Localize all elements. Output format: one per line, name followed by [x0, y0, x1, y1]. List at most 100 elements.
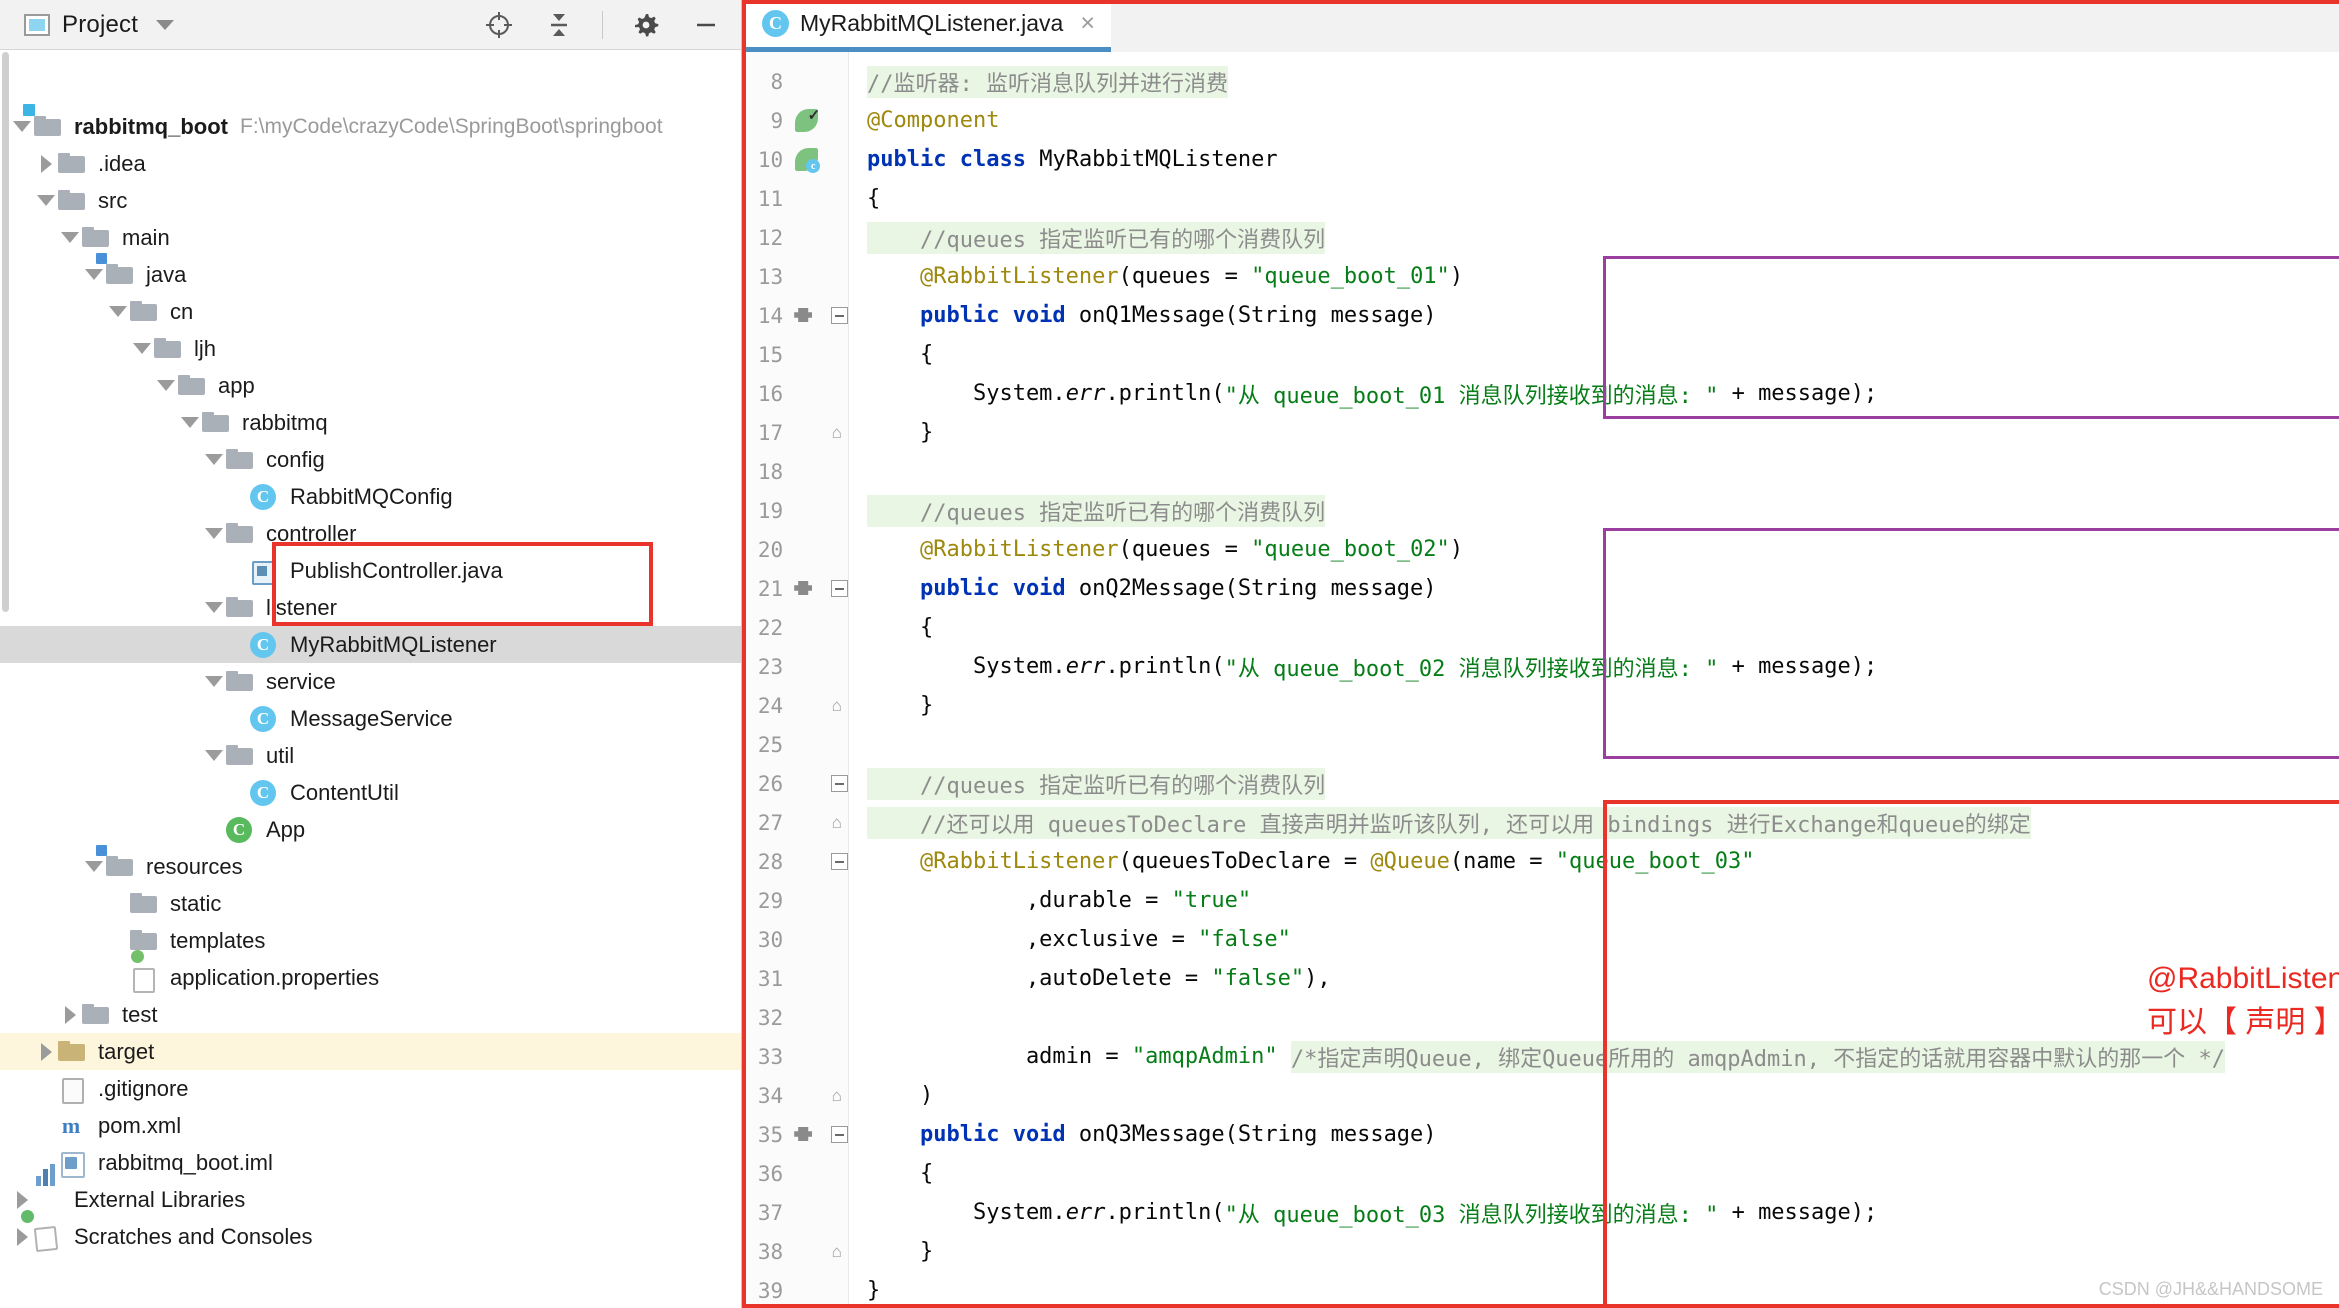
- code-line-33[interactable]: admin = "amqpAdmin" /*指定声明Queue, 绑定Queue…: [849, 1037, 2225, 1076]
- code-line-8[interactable]: //监听器: 监听消息队列并进行消费: [849, 62, 1228, 101]
- tree-node-cn[interactable]: cn: [0, 293, 741, 330]
- project-title-group[interactable]: Project: [0, 11, 175, 39]
- chevron-down-icon[interactable]: [202, 522, 226, 546]
- gutter-line-37[interactable]: 37: [742, 1193, 849, 1232]
- code-fold-collapse-icon[interactable]: [830, 853, 848, 870]
- chevron-down-icon[interactable]: [202, 596, 226, 620]
- settings-gear-icon[interactable]: [629, 8, 663, 42]
- spring-bean-icon[interactable]: ✓: [795, 107, 820, 132]
- gutter-line-13[interactable]: 13: [742, 257, 849, 296]
- tree-node-idea[interactable]: .idea: [0, 145, 741, 182]
- gutter-line-22[interactable]: 22: [742, 608, 849, 647]
- gutter-line-10[interactable]: 10 c: [742, 140, 849, 179]
- code-line-15[interactable]: {: [849, 335, 933, 374]
- tree-node-templates[interactable]: templates: [0, 922, 741, 959]
- gutter-line-14[interactable]: 14: [742, 296, 849, 335]
- run-method-icon[interactable]: [794, 1124, 816, 1144]
- tree-node-static[interactable]: static: [0, 885, 741, 922]
- tree-node-rabbitmq-boot[interactable]: rabbitmq_boot F:\myCode\crazyCode\SpringB…: [0, 103, 741, 145]
- chevron-down-icon[interactable]: [202, 670, 226, 694]
- gutter-line-16[interactable]: 16: [742, 374, 849, 413]
- code-line-24[interactable]: }: [849, 686, 933, 725]
- tree-node-messageservice[interactable]: C MessageService: [0, 700, 741, 737]
- tree-node-ljh[interactable]: ljh: [0, 330, 741, 367]
- editor-gutter[interactable]: 89✓10c1112131415161718192021222324252627…: [742, 52, 849, 1308]
- tree-node-service[interactable]: service: [0, 663, 741, 700]
- gutter-line-26[interactable]: 26: [742, 764, 849, 803]
- code-line-13[interactable]: @RabbitListener (queues = "queue_boot_01"…: [849, 257, 1463, 296]
- code-line-9[interactable]: @Component: [849, 101, 999, 140]
- tab-my-rabbitmq-listener[interactable]: C MyRabbitMQListener.java ×: [742, 0, 1111, 52]
- code-fold-collapse-icon[interactable]: [830, 1126, 848, 1143]
- tree-node-target[interactable]: target: [0, 1033, 741, 1070]
- gutter-line-20[interactable]: 20: [742, 530, 849, 569]
- minimize-icon[interactable]: [689, 8, 723, 42]
- gutter-line-9[interactable]: 9 ✓: [742, 101, 849, 140]
- chevron-right-icon[interactable]: [34, 152, 58, 176]
- chevron-down-icon[interactable]: [10, 115, 34, 139]
- tree-node-contentutil[interactable]: C ContentUtil: [0, 774, 741, 811]
- spring-bean-class-icon[interactable]: c: [795, 148, 821, 173]
- chevron-down-icon[interactable]: [156, 19, 175, 30]
- code-line-18[interactable]: [849, 452, 867, 491]
- code-text[interactable]: //监听器: 监听消息队列并进行消费 @Component public class…: [849, 52, 2339, 1308]
- code-fold-end-icon[interactable]: [832, 696, 848, 716]
- tree-node-app[interactable]: app: [0, 367, 741, 404]
- gutter-line-36[interactable]: 36: [742, 1154, 849, 1193]
- code-line-32[interactable]: [849, 998, 867, 1037]
- chevron-down-icon[interactable]: [106, 300, 130, 324]
- code-line-26[interactable]: //queues 指定监听已有的哪个消费队列: [849, 764, 1326, 803]
- tree-node-rabbitmqconfig[interactable]: C RabbitMQConfig: [0, 478, 741, 515]
- code-line-34[interactable]: ): [849, 1076, 933, 1115]
- tree-node-java[interactable]: java: [0, 252, 741, 293]
- code-line-20[interactable]: @RabbitListener (queues = "queue_boot_02"…: [849, 530, 1463, 569]
- code-line-14[interactable]: public void onQ1Message (String message): [849, 296, 1437, 335]
- chevron-down-icon[interactable]: [202, 744, 226, 768]
- code-line-17[interactable]: }: [849, 413, 933, 452]
- collapse-all-icon[interactable]: [542, 8, 576, 42]
- gutter-line-34[interactable]: 34: [742, 1076, 849, 1115]
- tree-node-main[interactable]: main: [0, 219, 741, 256]
- code-line-22[interactable]: {: [849, 608, 933, 647]
- tree-node-scratches-and-consoles[interactable]: Scratches and Consoles: [0, 1218, 741, 1255]
- chevron-down-icon[interactable]: [82, 855, 106, 879]
- code-fold-collapse-icon[interactable]: [830, 580, 848, 597]
- gutter-line-15[interactable]: 15: [742, 335, 849, 374]
- tree-node-external-libraries[interactable]: External Libraries: [0, 1163, 741, 1218]
- code-line-11[interactable]: {: [849, 179, 880, 218]
- tree-node-rabbitmq[interactable]: rabbitmq: [0, 404, 741, 441]
- gutter-line-31[interactable]: 31: [742, 959, 849, 998]
- tree-node-publishcontroller-java[interactable]: PublishController.java: [0, 552, 741, 589]
- code-fold-collapse-icon[interactable]: [830, 307, 848, 324]
- code-editor[interactable]: 89✓10c1112131415161718192021222324252627…: [742, 52, 2339, 1308]
- chevron-right-icon[interactable]: [10, 1188, 34, 1212]
- gutter-line-30[interactable]: 30: [742, 920, 849, 959]
- tree-node-listener[interactable]: listener: [0, 589, 741, 626]
- chevron-down-icon[interactable]: [178, 411, 202, 435]
- code-fold-end-icon[interactable]: [832, 423, 848, 443]
- gutter-line-12[interactable]: 12: [742, 218, 849, 257]
- tree-node-util[interactable]: util: [0, 737, 741, 774]
- code-line-39[interactable]: }: [849, 1271, 880, 1308]
- gutter-line-35[interactable]: 35: [742, 1115, 849, 1154]
- run-method-icon[interactable]: [794, 578, 816, 598]
- gutter-line-25[interactable]: 25: [742, 725, 849, 764]
- code-line-21[interactable]: public void onQ2Message (String message): [849, 569, 1437, 608]
- tree-node-resources[interactable]: resources: [0, 844, 741, 885]
- code-line-25[interactable]: [849, 725, 867, 764]
- tree-node-pom-xml[interactable]: m pom.xml: [0, 1107, 741, 1144]
- code-line-30[interactable]: ,exclusive = "false": [849, 920, 1291, 959]
- gutter-line-11[interactable]: 11: [742, 179, 849, 218]
- tree-node-myrabbitmqlistener[interactable]: C MyRabbitMQListener: [0, 626, 741, 663]
- chevron-down-icon[interactable]: [154, 374, 178, 398]
- tree-node-app[interactable]: C App: [0, 811, 741, 848]
- chevron-down-icon[interactable]: [202, 448, 226, 472]
- chevron-down-icon[interactable]: [130, 337, 154, 361]
- gutter-line-32[interactable]: 32: [742, 998, 849, 1037]
- gutter-line-17[interactable]: 17: [742, 413, 849, 452]
- code-line-28[interactable]: @RabbitListener (queuesToDeclare = @Queue…: [849, 842, 1755, 881]
- code-fold-collapse-icon[interactable]: [830, 775, 848, 792]
- gutter-line-19[interactable]: 19: [742, 491, 849, 530]
- gutter-line-28[interactable]: 28: [742, 842, 849, 881]
- code-line-23[interactable]: System. err .println("从 queue_boot_02 消息队列…: [849, 647, 1877, 686]
